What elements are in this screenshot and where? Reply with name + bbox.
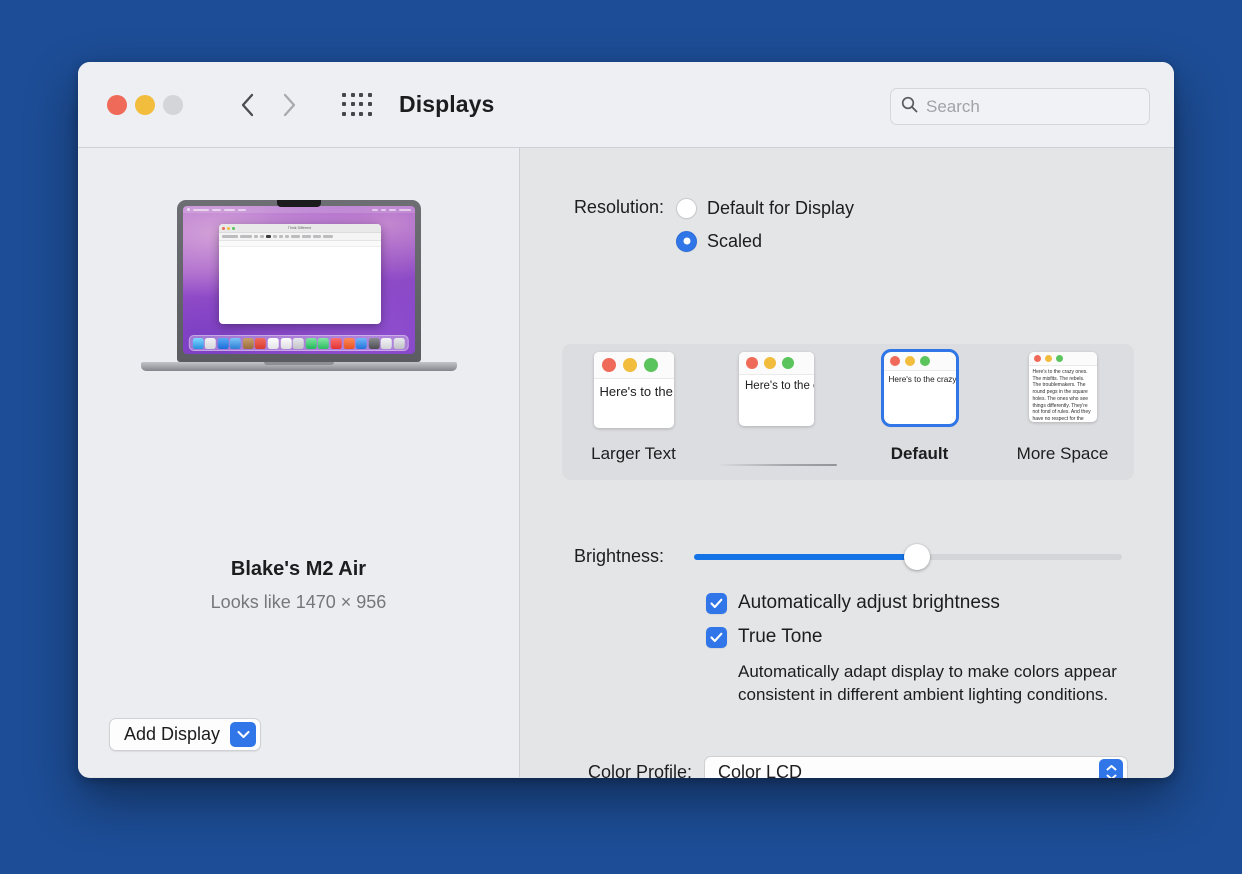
radio-scaled[interactable]: Scaled xyxy=(676,230,854,252)
page-title: Displays xyxy=(399,91,495,117)
traffic-light-group xyxy=(107,94,183,115)
macbook-base xyxy=(140,362,457,371)
checkbox-true-tone-label: True Tone xyxy=(738,626,823,647)
zoom-button[interactable] xyxy=(163,94,183,115)
add-display-button[interactable]: Add Display xyxy=(109,718,262,751)
scaled-option-label: More Space xyxy=(1016,444,1109,463)
scaled-thumbnail[interactable]: Here's to the crazy ones. The misfits. T… xyxy=(593,352,674,428)
scaled-option-more-space[interactable]: Here's to the crazy ones. The misfits. T… xyxy=(991,352,1134,464)
macbook-preview[interactable]: Think Different xyxy=(140,200,457,371)
thumbnail-titlebar xyxy=(593,352,674,379)
radio-default-for-display[interactable]: Default for Display xyxy=(676,197,854,219)
thumbnail-titlebar xyxy=(739,352,814,375)
preview-doc-text xyxy=(219,247,381,259)
thumbnail-text: Here's to the crazy ones. The misfits. T… xyxy=(599,384,674,399)
radio-icon-unselected[interactable] xyxy=(676,197,697,219)
radio-default-label: Default for Display xyxy=(707,197,855,218)
chevron-down-icon[interactable] xyxy=(230,722,257,747)
display-sidebar: Think Different Blake's M2 Air Looks lik… xyxy=(78,148,520,777)
brightness-slider-knob[interactable] xyxy=(903,543,930,570)
scaled-option-2[interactable]: Here's to the crazy ones. The misfits. T… xyxy=(705,352,848,466)
thumbnail-titlebar xyxy=(1028,352,1097,366)
search-icon xyxy=(901,96,918,118)
preview-doc-titlebar: Think Different xyxy=(218,224,381,233)
color-profile-value: Color LCD xyxy=(718,761,803,779)
thumbnail-titlebar xyxy=(883,352,956,371)
radio-scaled-label: Scaled xyxy=(707,230,763,251)
stepper-icon[interactable] xyxy=(1099,759,1123,778)
macbook-lid: Think Different xyxy=(176,200,421,362)
scaled-option-label: Larger Text xyxy=(591,444,676,463)
displays-preferences-window: Displays Search Think Different Blake's … xyxy=(78,62,1174,778)
checkmark-icon[interactable] xyxy=(706,592,727,614)
macbook-notch xyxy=(276,200,321,207)
preview-menubar xyxy=(182,206,415,213)
brightness-row: Brightness: xyxy=(528,543,1174,570)
macbook-screen: Think Different xyxy=(182,206,415,354)
brightness-label: Brightness: xyxy=(573,546,664,566)
scaled-track-line xyxy=(716,464,837,466)
radio-icon-selected[interactable] xyxy=(676,230,697,252)
color-profile-row: Color Profile: Color LCD xyxy=(528,756,1128,778)
scaled-thumbnail-selected[interactable]: Here's to the crazy ones. The misfits. T… xyxy=(880,349,959,427)
forward-arrow-icon[interactable] xyxy=(275,89,303,121)
color-profile-label: Color Profile: xyxy=(587,761,692,779)
true-tone-description: Automatically adapt display to make colo… xyxy=(738,662,1117,704)
preview-document-window: Think Different xyxy=(218,224,381,324)
search-field[interactable] xyxy=(890,88,1150,125)
checkbox-auto-brightness[interactable]: Automatically adjust brightness xyxy=(706,592,1150,614)
window-content: Think Different Blake's M2 Air Looks lik… xyxy=(78,148,1174,778)
preview-doc-title: Think Different xyxy=(287,226,312,230)
checkmark-icon[interactable] xyxy=(706,626,727,648)
brightness-slider[interactable] xyxy=(694,543,1122,570)
scaled-resolution-chooser: Here's to the crazy ones. The misfits. T… xyxy=(562,344,1134,480)
resolution-label: Resolution: xyxy=(573,197,664,217)
scaled-option-larger-text[interactable]: Here's to the crazy ones. The misfits. T… xyxy=(562,352,705,464)
close-button[interactable] xyxy=(107,94,127,115)
back-arrow-icon[interactable] xyxy=(233,89,261,121)
scaled-thumbnail[interactable]: Here's to the crazy ones. The misfits. T… xyxy=(1028,352,1097,422)
thumbnail-text: Here's to the crazy ones. The misfits. T… xyxy=(1032,369,1091,422)
scaled-thumbnail[interactable]: Here's to the crazy ones. The misfits. T… xyxy=(739,352,814,426)
preview-dock xyxy=(188,335,409,351)
show-all-grid-icon[interactable] xyxy=(341,92,373,118)
window-titlebar: Displays xyxy=(78,62,1174,148)
preview-doc-toolbar xyxy=(218,233,381,241)
thumbnail-text: Here's to the crazy ones. The misfits. T… xyxy=(888,375,956,384)
checkbox-auto-brightness-label: Automatically adjust brightness xyxy=(738,592,1000,613)
brightness-slider-fill xyxy=(694,553,917,560)
minimize-button[interactable] xyxy=(135,94,155,115)
add-display-label: Add Display xyxy=(124,724,221,744)
resolution-row: Resolution: Default for Display Scaled xyxy=(528,197,854,263)
scaled-option-default[interactable]: Here's to the crazy ones. The misfits. T… xyxy=(848,349,991,464)
display-resolution-caption: Looks like 1470 × 956 xyxy=(210,592,387,612)
display-settings-panel: Resolution: Default for Display Scaled H… xyxy=(520,148,1174,778)
navigation-arrows xyxy=(233,89,303,121)
display-checkboxes: Automatically adjust brightness True Ton… xyxy=(706,592,1150,706)
checkbox-true-tone[interactable]: True Tone xyxy=(706,626,1150,648)
resolution-radio-group: Default for Display Scaled xyxy=(676,197,854,263)
scaled-option-label: Default xyxy=(890,444,949,463)
display-name: Blake's M2 Air xyxy=(230,558,367,580)
search-input[interactable] xyxy=(926,96,1139,117)
thumbnail-text: Here's to the crazy ones. The misfits. T… xyxy=(745,380,814,392)
color-profile-select[interactable]: Color LCD xyxy=(704,756,1128,778)
